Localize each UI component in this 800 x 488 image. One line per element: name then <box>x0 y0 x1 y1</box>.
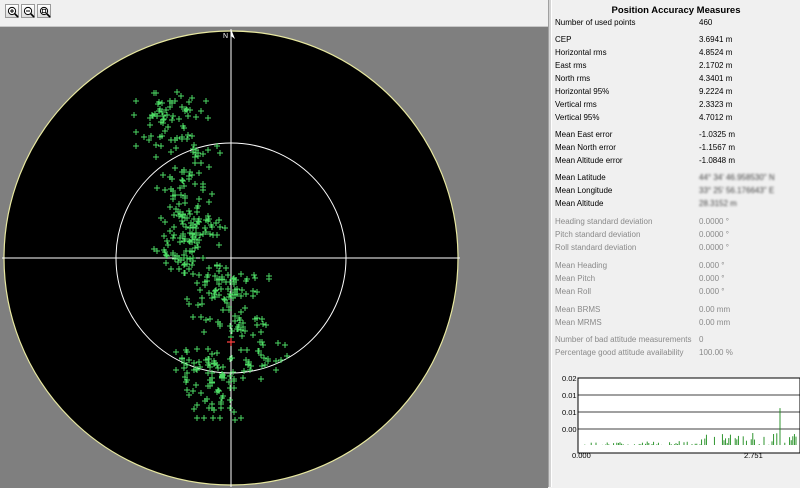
stat-value: 2.1702 m <box>699 61 733 70</box>
north-label: N <box>223 33 228 40</box>
stat-row: Mean East error -1.0325 m <box>555 129 795 140</box>
stat-label: Horizontal 95% <box>555 87 610 96</box>
stat-value: 0.0000 ° <box>699 217 729 226</box>
stat-row: Mean Pitch 0.000 ° <box>555 273 795 284</box>
position-scatter-plot[interactable]: N <box>0 26 548 488</box>
stat-label: East rms <box>555 61 587 70</box>
stat-row: Mean Longitude 33° 25' 56.176643" E <box>555 185 795 196</box>
stat-label: Mean East error <box>555 130 613 139</box>
stat-value: -1.0325 m <box>699 130 736 139</box>
stat-row: Mean MRMS 0.00 mm <box>555 317 795 328</box>
stat-row: Horizontal rms 4.8524 m <box>555 47 795 58</box>
stat-row: Mean North error -1.1567 m <box>555 142 795 153</box>
stat-label: CEP <box>555 35 572 44</box>
stat-value: 9.2224 m <box>699 87 733 96</box>
stat-value: 4.3401 m <box>699 74 733 83</box>
stat-value: 4.8524 m <box>699 48 733 57</box>
stat-label: Mean Altitude <box>555 199 604 208</box>
stat-label: Roll standard deviation <box>555 243 637 252</box>
chart-plot-area <box>577 377 800 454</box>
zoom-in-button[interactable] <box>5 4 19 18</box>
zoom-out-icon <box>23 6 35 18</box>
timeseries-canvas <box>577 377 800 454</box>
y-tick-label: 0.01 <box>562 408 577 417</box>
stat-value: 100.00 % <box>699 348 733 357</box>
stat-label: Mean Roll <box>555 287 592 296</box>
stat-row: Vertical rms 2.3323 m <box>555 99 795 110</box>
y-tick-label: 0.00 <box>562 425 577 434</box>
stat-label: Mean Heading <box>555 261 608 270</box>
stat-row: Heading standard deviation 0.0000 ° <box>555 216 795 227</box>
stat-row: CEP 3.6941 m <box>555 34 795 45</box>
stat-value: 0.0000 ° <box>699 243 729 252</box>
stat-value: 0.000 ° <box>699 261 725 270</box>
stat-label: Horizontal rms <box>555 48 607 57</box>
stat-label: Mean Latitude <box>555 173 606 182</box>
stat-label: Mean MRMS <box>555 318 602 327</box>
stat-row: Mean BRMS 0.00 mm <box>555 304 795 315</box>
stat-label: Mean North error <box>555 143 616 152</box>
stat-row: Mean Heading 0.000 ° <box>555 260 795 271</box>
stat-value: -1.1567 m <box>699 143 736 152</box>
stat-value: 0.000 ° <box>699 274 725 283</box>
stat-label: Heading standard deviation <box>555 217 653 226</box>
stat-row: Percentage good attitude availability 100… <box>555 347 795 358</box>
zoom-in-icon <box>7 6 19 18</box>
stat-value: 4.7012 m <box>699 113 733 122</box>
stat-value: 28.3152 m <box>699 199 737 208</box>
plot-toolbar <box>0 0 548 24</box>
stat-row: Mean Altitude 28.3152 m <box>555 198 795 209</box>
stat-row: Number of bad attitude measurements 0 <box>555 334 795 345</box>
stat-label: North rms <box>555 74 591 83</box>
stat-value: 0.00 mm <box>699 318 731 327</box>
scatter-canvas: N <box>2 29 460 487</box>
zoom-fit-button[interactable] <box>37 4 51 18</box>
stat-value: 33° 25' 56.176643" E <box>699 186 775 195</box>
stat-row: Mean Altitude error -1.0848 m <box>555 155 795 166</box>
stat-value: 2.3323 m <box>699 100 733 109</box>
stat-label: Mean Altitude error <box>555 156 623 165</box>
stat-value: 3.6941 m <box>699 35 733 44</box>
panel-title: Position Accuracy Measures <box>611 5 741 16</box>
stat-label: Mean BRMS <box>555 305 601 314</box>
stat-row: Mean Roll 0.000 ° <box>555 286 795 297</box>
used-points-value: 460 <box>699 18 713 27</box>
used-points-label: Number of used points <box>555 18 636 27</box>
stat-value: 0.0000 ° <box>699 230 729 239</box>
stat-value: 0.000 ° <box>699 287 725 296</box>
y-tick-label: 0.01 <box>562 391 577 400</box>
zoom-out-button[interactable] <box>21 4 35 18</box>
stat-value: 44° 34' 46.958530" N <box>699 173 775 182</box>
stat-label: Vertical rms <box>555 100 597 109</box>
y-tick-label: 0.02 <box>562 374 577 383</box>
stat-label: Vertical 95% <box>555 113 600 122</box>
zoom-fit-icon <box>39 6 51 18</box>
stat-label: Number of bad attitude measurements <box>555 335 692 344</box>
stat-row: Vertical 95% 4.7012 m <box>555 112 795 123</box>
stat-value: 0.00 mm <box>699 305 731 314</box>
x-tick-label: 2.751 <box>744 451 763 460</box>
x-tick-label: 0.000 <box>572 451 591 460</box>
stat-value: 0 <box>699 335 704 344</box>
stat-label: Mean Longitude <box>555 186 613 195</box>
error-timeseries-chart: 0.02 0.01 0.01 0.00 0.000 2.751 <box>554 372 800 487</box>
stat-row: Roll standard deviation 0.0000 ° <box>555 242 795 253</box>
stat-label: Mean Pitch <box>555 274 596 283</box>
stat-row: North rms 4.3401 m <box>555 73 795 84</box>
stat-label: Percentage good attitude availability <box>555 348 684 357</box>
stat-row: Mean Latitude 44° 34' 46.958530" N <box>555 172 795 183</box>
stat-row: Pitch standard deviation 0.0000 ° <box>555 229 795 240</box>
used-points-row: Number of used points 460 <box>555 17 795 28</box>
stat-label: Pitch standard deviation <box>555 230 641 239</box>
stat-value: -1.0848 m <box>699 156 736 165</box>
stat-row: East rms 2.1702 m <box>555 60 795 71</box>
stat-row: Horizontal 95% 9.2224 m <box>555 86 795 97</box>
